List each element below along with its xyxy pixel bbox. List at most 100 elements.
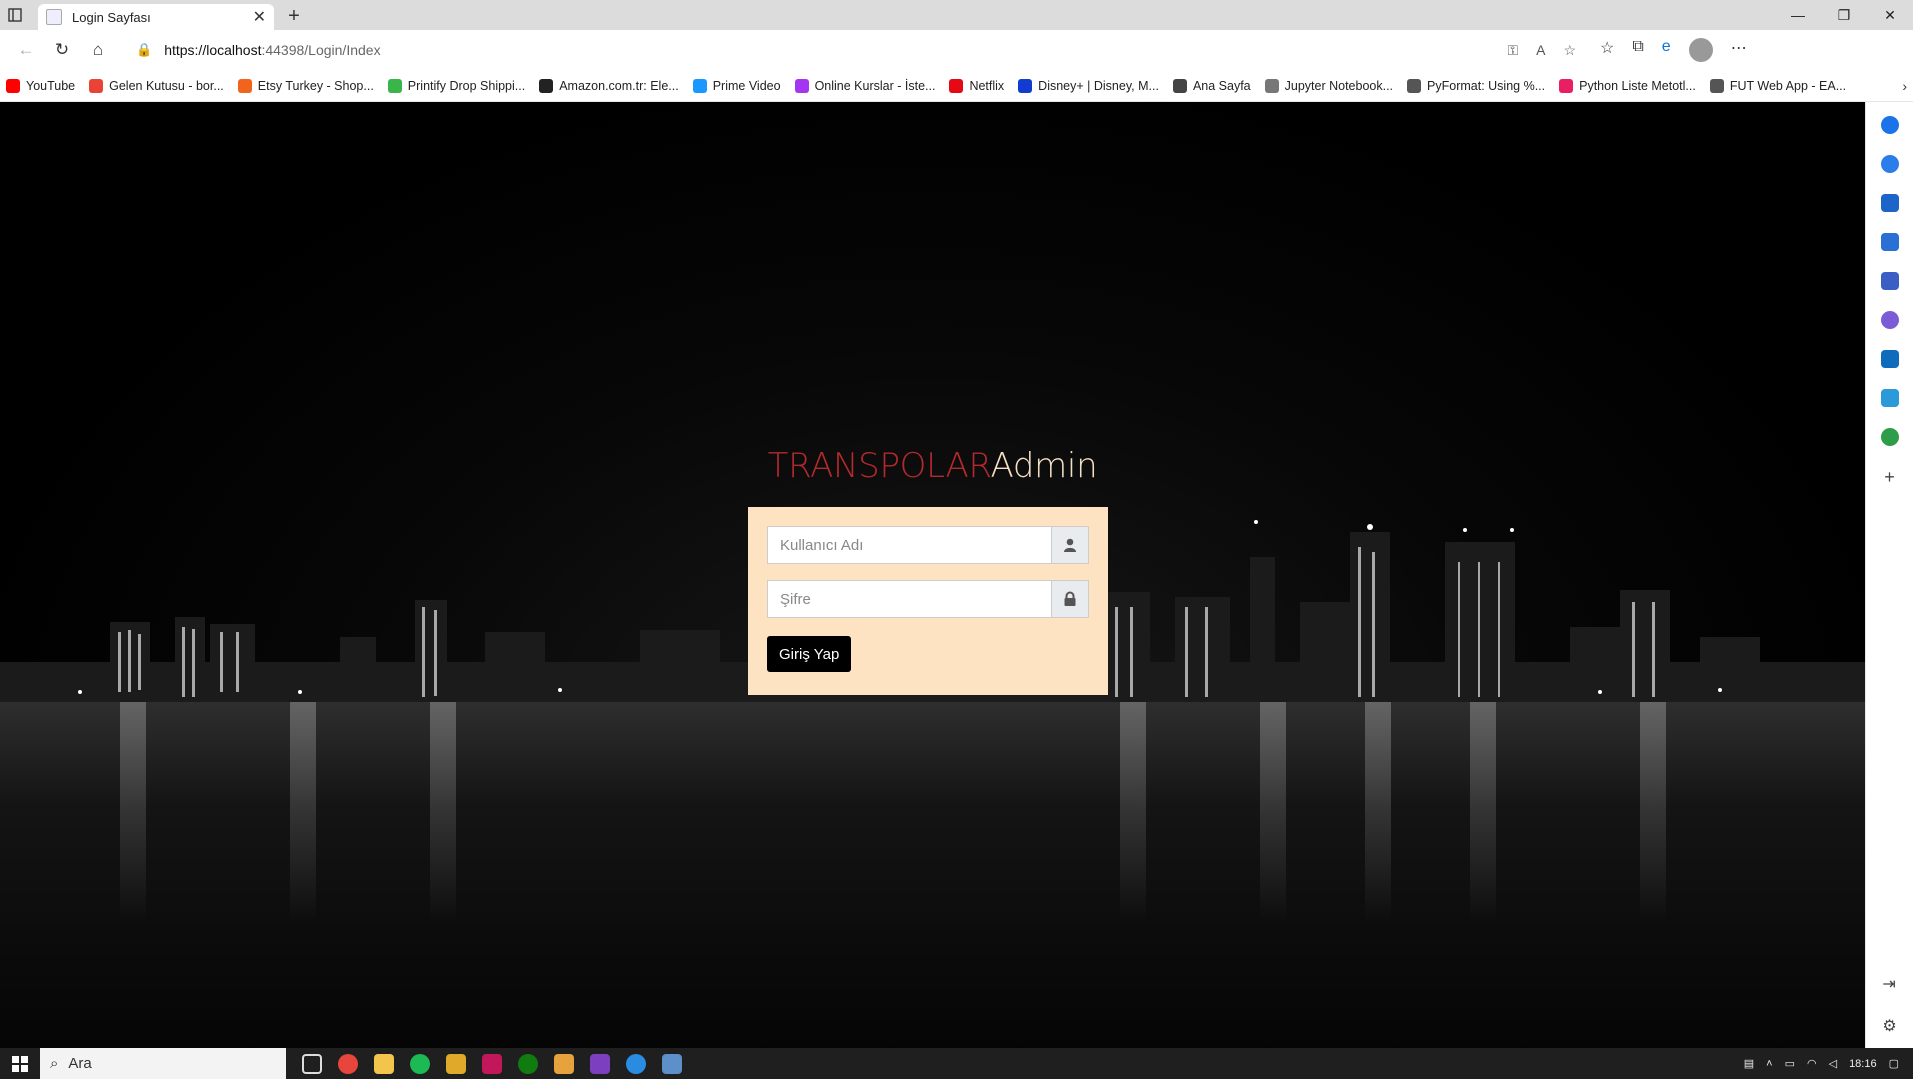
url-text[interactable]: https://localhost:44398/Login/Index <box>164 42 380 58</box>
windows-taskbar: ⌕ Ara ▤ ˄ ▭ ◠ ◁ 18:16 ▢ <box>0 1048 1913 1079</box>
battery-icon[interactable]: ▭ <box>1785 1057 1795 1070</box>
light-reflection <box>120 702 146 922</box>
profile-avatar[interactable] <box>1688 38 1713 62</box>
bookmark-favicon-icon <box>1559 78 1574 93</box>
file-explorer-icon[interactable] <box>374 1053 394 1074</box>
password-input[interactable] <box>767 580 1051 618</box>
light-reflection <box>1260 702 1286 922</box>
bookmark-label: Prime Video <box>712 78 781 93</box>
windows-logo-icon <box>12 1055 28 1072</box>
tab-strip: Login Sayfası ✕ + — ❐ ✕ <box>0 0 1913 30</box>
more-options-icon[interactable]: ⋯ <box>1731 38 1747 62</box>
bookmark-item[interactable]: FUT Web App - EA... <box>1709 78 1847 93</box>
bookmark-label: Etsy Turkey - Shop... <box>257 78 374 93</box>
tools-icon[interactable] <box>1880 233 1899 251</box>
bookmark-favicon-icon <box>89 78 104 93</box>
taskbar-search-label: Ara <box>68 1055 92 1072</box>
app-l-icon[interactable] <box>446 1053 466 1074</box>
bookmark-item[interactable]: Jupyter Notebook... <box>1264 78 1394 93</box>
tab-actions-button[interactable] <box>0 0 30 30</box>
edge-icon[interactable] <box>626 1053 646 1074</box>
active-tab[interactable]: Login Sayfası ✕ <box>38 4 274 30</box>
bookmark-label: Disney+ | Disney, M... <box>1038 78 1159 93</box>
window-controls: — ❐ ✕ <box>1775 0 1913 30</box>
volume-icon[interactable]: ◁ <box>1829 1057 1837 1070</box>
tab-actions-icon <box>8 8 22 22</box>
edge-icon[interactable]: e <box>1662 38 1671 62</box>
minimize-icon[interactable]: — <box>1775 0 1821 30</box>
light-reflection <box>1365 702 1391 922</box>
password-group <box>767 580 1089 618</box>
collections-icon[interactable]: ⧉ <box>1632 38 1643 62</box>
start-button[interactable] <box>0 1055 40 1072</box>
hide-sidebar-icon[interactable]: ⇥ <box>1882 974 1896 994</box>
bookmarks-more-icon[interactable]: › <box>1902 78 1907 94</box>
chrome-icon[interactable] <box>338 1053 358 1074</box>
bookmark-label: FUT Web App - EA... <box>1729 78 1847 93</box>
app-v-icon[interactable] <box>482 1053 502 1074</box>
tree-icon[interactable] <box>1880 428 1899 446</box>
page-content: TRANSPOLARAdmin Giriş Yap <box>0 102 1865 1048</box>
address-bar[interactable]: 🔒 https://localhost:44398/Login/Index ⚿ … <box>126 35 1586 65</box>
new-tab-button[interactable]: + <box>280 2 308 30</box>
xbox-icon[interactable] <box>518 1053 538 1074</box>
bookmark-item[interactable]: Gelen Kutusu - bor... <box>89 78 224 93</box>
page-favicon-icon <box>46 9 62 25</box>
app-puzzle-icon[interactable] <box>554 1053 574 1074</box>
tab-title: Login Sayfası <box>72 9 151 25</box>
add-sidebar-icon[interactable]: + <box>1884 467 1895 488</box>
bookmark-label: Jupyter Notebook... <box>1284 78 1394 93</box>
bookmark-item[interactable]: Etsy Turkey - Shop... <box>237 78 374 93</box>
notifications-icon[interactable]: ▢ <box>1889 1057 1899 1070</box>
visual-studio-icon[interactable] <box>590 1053 610 1074</box>
login-panel: Giriş Yap <box>748 507 1108 695</box>
games-icon[interactable] <box>1880 272 1899 290</box>
lock-icon[interactable]: 🔒 <box>136 42 152 58</box>
search-icon: ⌕ <box>50 1055 59 1072</box>
office-icon[interactable] <box>1880 311 1899 329</box>
search-icon[interactable] <box>1880 116 1899 134</box>
bookmark-item[interactable]: Amazon.com.tr: Ele... <box>539 78 679 93</box>
shopping-tag-icon[interactable] <box>1880 194 1899 212</box>
bookmark-item[interactable]: YouTube <box>6 78 75 93</box>
add-favorite-icon[interactable]: ☆ <box>1563 42 1576 59</box>
bookmark-label: Ana Sayfa <box>1192 78 1251 93</box>
bookmark-favicon-icon <box>539 78 554 93</box>
bookmark-item[interactable]: Python Liste Metotl... <box>1559 78 1696 93</box>
bookmark-item[interactable]: Online Kurslar - İste... <box>794 78 936 93</box>
bookmark-item[interactable]: Prime Video <box>692 78 781 93</box>
close-tab-icon[interactable]: ✕ <box>253 7 266 27</box>
favorites-icon[interactable]: ☆ <box>1600 38 1614 62</box>
app-gear-icon[interactable] <box>662 1053 682 1074</box>
login-button[interactable]: Giriş Yap <box>767 636 852 672</box>
bookmark-item[interactable]: Ana Sayfa <box>1172 78 1251 93</box>
read-aloud-icon[interactable]: A <box>1536 42 1545 59</box>
home-icon[interactable]: ⌂ <box>80 35 116 65</box>
close-window-icon[interactable]: ✕ <box>1867 0 1913 30</box>
wifi-icon[interactable]: ◠ <box>1807 1057 1817 1070</box>
light-reflection <box>1470 702 1496 922</box>
bookmark-item[interactable]: PyFormat: Using %... <box>1407 78 1545 93</box>
settings-gear-icon[interactable]: ⚙ <box>1882 1016 1896 1036</box>
light-reflection <box>1640 702 1666 922</box>
drop-icon[interactable] <box>1880 389 1899 407</box>
bing-chat-icon[interactable] <box>1880 155 1899 173</box>
bookmark-item[interactable]: Printify Drop Shippi... <box>387 78 525 93</box>
back-icon[interactable]: ← <box>8 35 44 65</box>
spotify-icon[interactable] <box>410 1053 430 1074</box>
bookmark-label: Online Kurslar - İste... <box>814 78 936 93</box>
username-input[interactable] <box>767 526 1051 564</box>
key-icon[interactable]: ⚿ <box>1507 42 1518 59</box>
outlook-icon[interactable] <box>1880 350 1899 368</box>
clock[interactable]: 18:16 <box>1849 1058 1877 1070</box>
toolbar-actions: ☆ ⧉ e ⋯ <box>1600 38 1747 62</box>
task-view-icon[interactable] <box>302 1053 322 1074</box>
bookmark-item[interactable]: Disney+ | Disney, M... <box>1018 78 1159 93</box>
brand-title: TRANSPOLARAdmin <box>0 446 1865 486</box>
refresh-icon[interactable]: ↻ <box>44 35 80 65</box>
restore-icon[interactable]: ❐ <box>1821 0 1867 30</box>
taskbar-search[interactable]: ⌕ Ara <box>40 1048 286 1079</box>
bookmark-item[interactable]: Netflix <box>949 78 1004 93</box>
news-icon[interactable]: ▤ <box>1744 1057 1754 1070</box>
show-hidden-icons-icon[interactable]: ˄ <box>1766 1058 1772 1070</box>
